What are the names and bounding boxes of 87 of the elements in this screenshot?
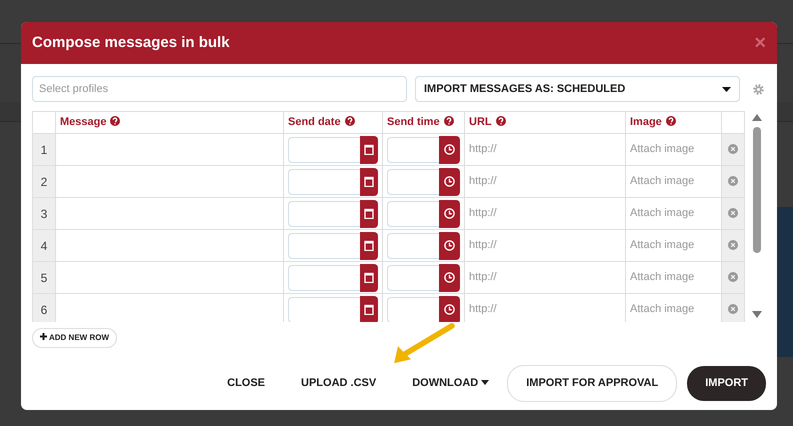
message-cell[interactable] [56,230,284,262]
calendar-button[interactable] [360,136,378,164]
row-number: 3 [32,198,56,230]
remove-icon[interactable] [728,240,738,250]
remove-icon[interactable] [728,272,738,282]
message-cell[interactable] [56,198,284,230]
date-field[interactable] [288,232,360,258]
date-field[interactable] [288,200,360,226]
footer-link[interactable]: UPLOAD .CSV [283,366,394,400]
url-placeholder[interactable]: http:// [469,175,497,188]
clock-button[interactable] [439,232,460,260]
clock-icon [444,176,455,187]
help-icon[interactable] [496,116,506,126]
remove-icon[interactable] [728,304,738,314]
help-icon[interactable] [344,116,355,126]
scroll-down-icon[interactable] [752,311,762,318]
url-placeholder[interactable]: http:// [469,303,497,316]
add-row-button[interactable]: ADD NEW ROW [32,328,117,348]
calendar-icon [364,144,374,155]
modal-title: Compose messages in bulk [32,32,230,53]
calendar-icon [364,304,374,315]
time-field[interactable] [387,136,439,162]
import-button[interactable]: IMPORT [687,366,766,400]
clock-icon [444,304,455,315]
calendar-button[interactable] [360,232,378,260]
row-number: 1 [32,134,56,166]
download-dropdown[interactable]: DOWNLOAD [394,366,508,400]
clock-button[interactable] [439,200,460,228]
time-field[interactable] [387,232,439,258]
message-cell[interactable] [56,166,284,198]
import-type-select[interactable]: IMPORT MESSAGES AS: SCHEDULED [415,76,740,102]
column-header: Send time [387,116,440,128]
date-field[interactable] [288,264,360,290]
calendar-icon [364,176,374,187]
url-placeholder[interactable]: http:// [469,207,497,220]
footer-link[interactable]: CLOSE [209,366,284,400]
remove-icon[interactable] [728,208,738,218]
clock-icon [444,208,455,219]
clock-button[interactable] [439,296,460,322]
column-header: URL [469,116,492,128]
clock-button[interactable] [439,168,460,196]
calendar-icon [364,240,374,251]
close-button[interactable]: × [754,33,766,53]
profiles-field[interactable]: Select profiles [32,76,407,102]
plus-icon [40,333,47,340]
row-number: 6 [32,294,56,322]
date-field[interactable] [288,136,360,162]
calendar-icon [364,272,374,283]
scroll-up-icon[interactable] [752,114,762,121]
settings-icon[interactable] [752,82,765,96]
url-placeholder[interactable]: http:// [469,143,497,156]
caret-icon [722,86,731,92]
caret-icon [481,380,490,385]
help-icon[interactable] [110,116,120,126]
help-icon[interactable] [666,116,676,126]
clock-button[interactable] [439,264,460,292]
clock-icon [444,144,455,155]
calendar-button[interactable] [360,264,378,292]
url-placeholder[interactable]: http:// [469,271,497,284]
column-header: Image [630,116,662,128]
calendar-button[interactable] [360,296,378,322]
row-number: 5 [32,262,56,294]
calendar-button[interactable] [360,168,378,196]
pointer-arrow [392,323,456,364]
remove-icon[interactable] [728,176,738,186]
message-cell[interactable] [56,134,284,166]
url-placeholder[interactable]: http:// [469,239,497,252]
row-number: 4 [32,230,56,262]
time-field[interactable] [387,200,439,226]
time-field[interactable] [387,296,439,322]
clock-icon [444,240,455,251]
remove-icon[interactable] [728,144,738,154]
time-field[interactable] [387,264,439,290]
help-icon[interactable] [444,116,454,126]
date-field[interactable] [288,168,360,194]
scrollbar-thumb[interactable] [753,127,761,253]
row-number: 2 [32,166,56,198]
column-header: Send date [288,116,341,128]
calendar-icon [364,208,374,219]
calendar-button[interactable] [360,200,378,228]
clock-icon [444,272,455,283]
import-for-approval-button[interactable]: IMPORT FOR APPROVAL [507,365,678,402]
clock-button[interactable] [439,136,460,164]
column-header: Message [60,116,106,128]
message-cell[interactable] [56,262,284,294]
time-field[interactable] [387,168,439,194]
date-field[interactable] [288,296,360,322]
